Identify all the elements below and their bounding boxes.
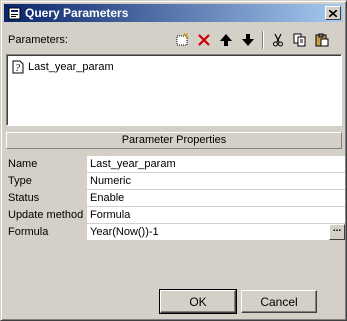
property-label: Update method	[8, 209, 84, 221]
formula-field[interactable]: Year(Now())-1 ...	[87, 224, 345, 241]
status-field[interactable]: Enable	[87, 190, 345, 207]
type-field[interactable]: Numeric	[87, 173, 345, 190]
formula-browse-button[interactable]: ...	[329, 224, 345, 240]
cut-icon	[273, 33, 283, 47]
formula-value: Year(Now())-1	[90, 226, 159, 238]
property-label: Name	[8, 158, 38, 170]
close-icon	[329, 9, 337, 17]
parameters-list[interactable]: ? Last_year_param	[6, 54, 342, 126]
delete-icon	[198, 34, 210, 46]
name-field[interactable]: Last_year_param	[87, 156, 345, 173]
properties-grid: Name Last_year_param Type Numeric Status…	[6, 156, 345, 241]
property-row-formula: Formula Year(Now())-1 ...	[6, 224, 345, 241]
svg-text:?: ?	[15, 63, 20, 74]
query-icon	[7, 6, 21, 20]
close-button[interactable]	[325, 6, 341, 20]
copy-button[interactable]	[289, 30, 311, 50]
paste-icon	[315, 33, 329, 47]
new-parameter-button[interactable]	[171, 30, 193, 50]
property-row-type: Type Numeric	[6, 173, 345, 190]
property-row-update-method: Update method Formula	[6, 207, 345, 224]
parameter-icon: ?	[12, 60, 24, 74]
property-row-status: Status Enable	[6, 190, 345, 207]
new-icon	[176, 33, 189, 46]
property-row-name: Name Last_year_param	[6, 156, 345, 173]
parameters-toolbar	[171, 30, 333, 50]
paste-button[interactable]	[311, 30, 333, 50]
window-title: Query Parameters	[25, 6, 129, 20]
copy-icon	[293, 33, 306, 47]
cancel-button[interactable]: Cancel	[241, 290, 317, 313]
parameter-properties-header: Parameter Properties	[6, 132, 342, 149]
query-parameters-dialog: Query Parameters Parameters: ? Last_year…	[0, 0, 347, 321]
toolbar-separator	[262, 31, 264, 49]
cut-button[interactable]	[267, 30, 289, 50]
move-down-icon	[242, 34, 254, 46]
parameters-label: Parameters:	[8, 34, 68, 46]
ok-button[interactable]: OK	[159, 289, 237, 314]
title-bar[interactable]: Query Parameters	[4, 4, 343, 22]
delete-parameter-button[interactable]	[193, 30, 215, 50]
move-up-button[interactable]	[215, 30, 237, 50]
move-down-button[interactable]	[237, 30, 259, 50]
property-label: Formula	[8, 226, 49, 238]
update-method-field[interactable]: Formula	[87, 207, 345, 224]
property-label: Status	[8, 192, 40, 204]
move-up-icon	[220, 34, 232, 46]
property-label: Type	[8, 175, 32, 187]
list-item-label: Last_year_param	[28, 60, 114, 73]
list-item[interactable]: ? Last_year_param	[11, 59, 114, 74]
